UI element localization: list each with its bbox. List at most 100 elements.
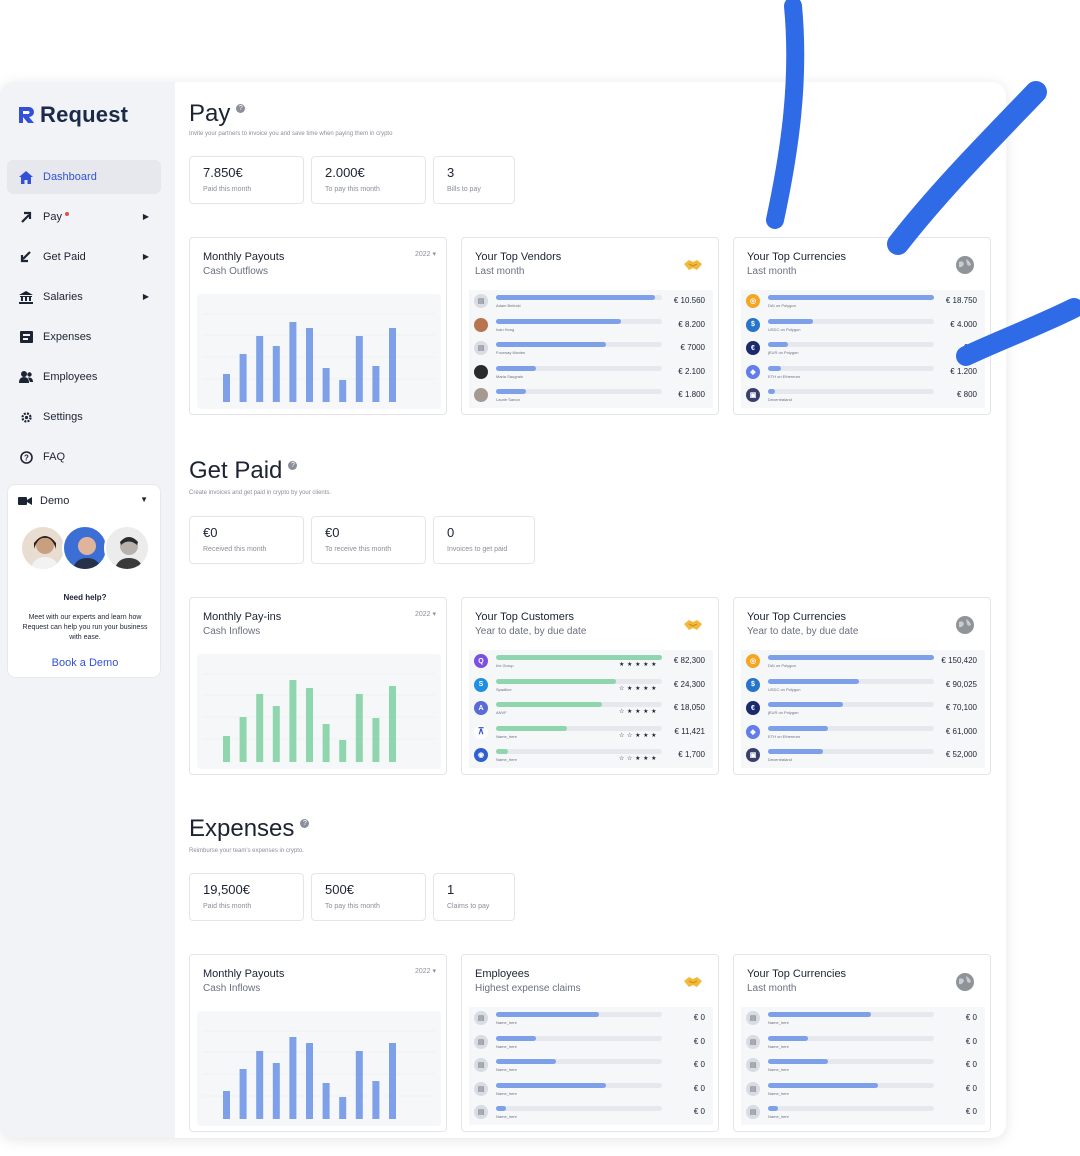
list-item[interactable]: € jEUR on Polygon € 3. bbox=[741, 337, 985, 361]
bar[interactable] bbox=[389, 1043, 396, 1119]
list-item[interactable]: S Spadline ☆ ★ ★ ★ ★ € 24,300 bbox=[469, 673, 713, 697]
sidebar-item-expenses[interactable]: Expenses bbox=[7, 320, 161, 354]
list-item[interactable]: ▤ Name_here € 0 bbox=[469, 1101, 713, 1125]
list-item[interactable]: ▣ Decentraland € 800 bbox=[741, 384, 985, 408]
sidebar-item-dashboard[interactable]: Dashboard bbox=[7, 160, 161, 194]
list-item[interactable]: ⊼ Name_here ☆ ☆ ★ ★ ★ € 11,421 bbox=[469, 720, 713, 744]
stat-paid-this-month: 7.850€ Paid this month bbox=[189, 156, 304, 204]
list-item[interactable]: ▤ Name_here € 0 bbox=[469, 1077, 713, 1101]
bar[interactable] bbox=[223, 374, 230, 402]
book-demo-link[interactable]: Book a Demo bbox=[8, 657, 162, 669]
list-item[interactable]: ▤ Name_here € 0 bbox=[469, 1030, 713, 1054]
bar[interactable] bbox=[372, 366, 380, 402]
list-item[interactable]: ▤ Name_here € 0 bbox=[741, 1007, 985, 1031]
list-item[interactable]: € jEUR on Polygon € 70,100 bbox=[741, 697, 985, 721]
list-item[interactable]: ◎ DAI on Polygon € 150,420 bbox=[741, 650, 985, 674]
stat-expenses-paid: 19,500€ Paid this month bbox=[189, 873, 304, 921]
year-selector[interactable]: 2022 ▾ bbox=[415, 250, 436, 258]
help-icon[interactable]: ? bbox=[300, 819, 310, 828]
bar[interactable] bbox=[389, 328, 396, 402]
users-icon bbox=[17, 370, 35, 384]
card-title: Your Top Currencies bbox=[747, 251, 847, 263]
share-bar-fill bbox=[768, 1035, 808, 1041]
rating-stars: ☆ ★ ★ ★ ★ bbox=[619, 709, 658, 715]
share-bar-fill bbox=[496, 1059, 556, 1064]
bar[interactable] bbox=[355, 1051, 363, 1119]
sidebar-item-pay[interactable]: Pay ▶ bbox=[7, 200, 161, 234]
bar[interactable] bbox=[339, 1097, 347, 1119]
bar[interactable] bbox=[389, 686, 396, 762]
list-item[interactable]: ◎ DAI on Polygon € 18.750 bbox=[741, 290, 985, 314]
year-selector[interactable]: 2022 ▾ bbox=[415, 967, 436, 975]
list-item[interactable]: Q Irix Group ★ ★ ★ ★ ★ € 82,300 bbox=[469, 650, 713, 674]
year-selector[interactable]: 2022 ▾ bbox=[415, 610, 436, 618]
list-item[interactable]: ▤ Adam Belecki € 10.560 bbox=[469, 290, 713, 314]
list-item[interactable]: Maria Saugrain € 2.100 bbox=[469, 360, 713, 384]
list-item[interactable]: ▤ Name_here € 0 bbox=[469, 1007, 713, 1031]
list-item[interactable]: ▤ Name_here € 0 bbox=[741, 1077, 985, 1101]
bar[interactable] bbox=[322, 368, 330, 402]
bar[interactable] bbox=[289, 680, 297, 762]
bar[interactable] bbox=[272, 706, 280, 762]
bar[interactable] bbox=[322, 724, 330, 762]
row-amount: € 1.200 bbox=[950, 366, 977, 376]
bank-icon bbox=[17, 290, 35, 304]
list-item[interactable]: $ USDC on Polygon € 4.000 bbox=[741, 313, 985, 337]
brand-logo[interactable]: Request bbox=[16, 102, 128, 128]
list-item[interactable]: ◆ ETH on Ethereum € 61,000 bbox=[741, 720, 985, 744]
bar[interactable] bbox=[272, 1063, 280, 1119]
usdc-icon: $ bbox=[746, 317, 760, 332]
bar[interactable] bbox=[239, 1069, 247, 1119]
bar[interactable] bbox=[289, 322, 297, 402]
row-name: Name_here bbox=[768, 1090, 789, 1096]
list-item[interactable]: Laurie Sanon € 1.800 bbox=[469, 384, 713, 408]
list-item[interactable]: ▤ Name_here € 0 bbox=[741, 1030, 985, 1054]
share-bar bbox=[768, 318, 934, 324]
demo-toggle[interactable]: Demo ▼ bbox=[8, 485, 160, 507]
bar[interactable] bbox=[306, 1043, 313, 1119]
list-item[interactable]: ▤ Name_here € 0 bbox=[469, 1054, 713, 1078]
bar[interactable] bbox=[239, 354, 247, 402]
list-item[interactable]: ▤ Name_here € 0 bbox=[741, 1054, 985, 1078]
row-amount: € 7000 bbox=[680, 343, 705, 352]
bar[interactable] bbox=[339, 740, 347, 762]
sidebar-item-label: Employees bbox=[43, 371, 98, 383]
bar[interactable] bbox=[223, 1091, 230, 1119]
help-icon[interactable]: ? bbox=[288, 461, 298, 470]
bar[interactable] bbox=[223, 736, 230, 762]
list-item[interactable]: Ivan Hong € 8.200 bbox=[469, 313, 713, 337]
customer-list: Q Irix Group ★ ★ ★ ★ ★ € 82,300 S Spadline ☆ ★… bbox=[469, 650, 713, 768]
bar[interactable] bbox=[339, 380, 347, 402]
bar[interactable] bbox=[289, 1037, 297, 1119]
list-item[interactable]: ▣ Decentraland € 52,000 bbox=[741, 744, 985, 768]
bar[interactable] bbox=[372, 718, 380, 762]
list-item[interactable]: ◉ Name_here ☆ ☆ ★ ★ ★ € 1,700 bbox=[469, 744, 713, 768]
list-item[interactable]: ▤ Fourway Movies € 7000 bbox=[469, 337, 713, 361]
list-item[interactable]: ▤ Name_here € 0 bbox=[741, 1101, 985, 1125]
bar[interactable] bbox=[306, 688, 313, 762]
list-item[interactable]: A ANVF ☆ ★ ★ ★ ★ € 18,050 bbox=[469, 697, 713, 721]
bar[interactable] bbox=[355, 694, 363, 762]
sidebar-item-settings[interactable]: Settings bbox=[7, 400, 161, 434]
bar[interactable] bbox=[256, 336, 264, 402]
bar[interactable] bbox=[372, 1081, 380, 1119]
bar[interactable] bbox=[322, 1083, 330, 1119]
list-item[interactable]: $ USDC on Polygon € 90,025 bbox=[741, 673, 985, 697]
share-bar bbox=[768, 678, 934, 684]
vendor-list: ▤ Adam Belecki € 10.560 Ivan Hong € 8.200 ▤ Fo… bbox=[469, 290, 713, 408]
help-icon[interactable]: ? bbox=[236, 104, 246, 113]
bar[interactable] bbox=[256, 1051, 264, 1119]
stat-value: 19,500€ bbox=[203, 882, 250, 897]
bar[interactable] bbox=[306, 328, 313, 402]
sidebar-item-faq[interactable]: ? FAQ bbox=[7, 440, 161, 474]
sidebar-item-salaries[interactable]: Salaries ▶ bbox=[7, 280, 161, 314]
sidebar-item-employees[interactable]: Employees bbox=[7, 360, 161, 394]
list-item[interactable]: ◆ ETH on Ethereum € 1.200 bbox=[741, 360, 985, 384]
bar[interactable] bbox=[239, 717, 247, 762]
bar[interactable] bbox=[256, 694, 264, 762]
row-name: Name_here bbox=[496, 1067, 517, 1072]
dai-icon: ◎ bbox=[746, 654, 760, 668]
bar[interactable] bbox=[272, 346, 280, 402]
bar[interactable] bbox=[355, 336, 363, 402]
sidebar-item-get-paid[interactable]: Get Paid ▶ bbox=[7, 240, 161, 274]
